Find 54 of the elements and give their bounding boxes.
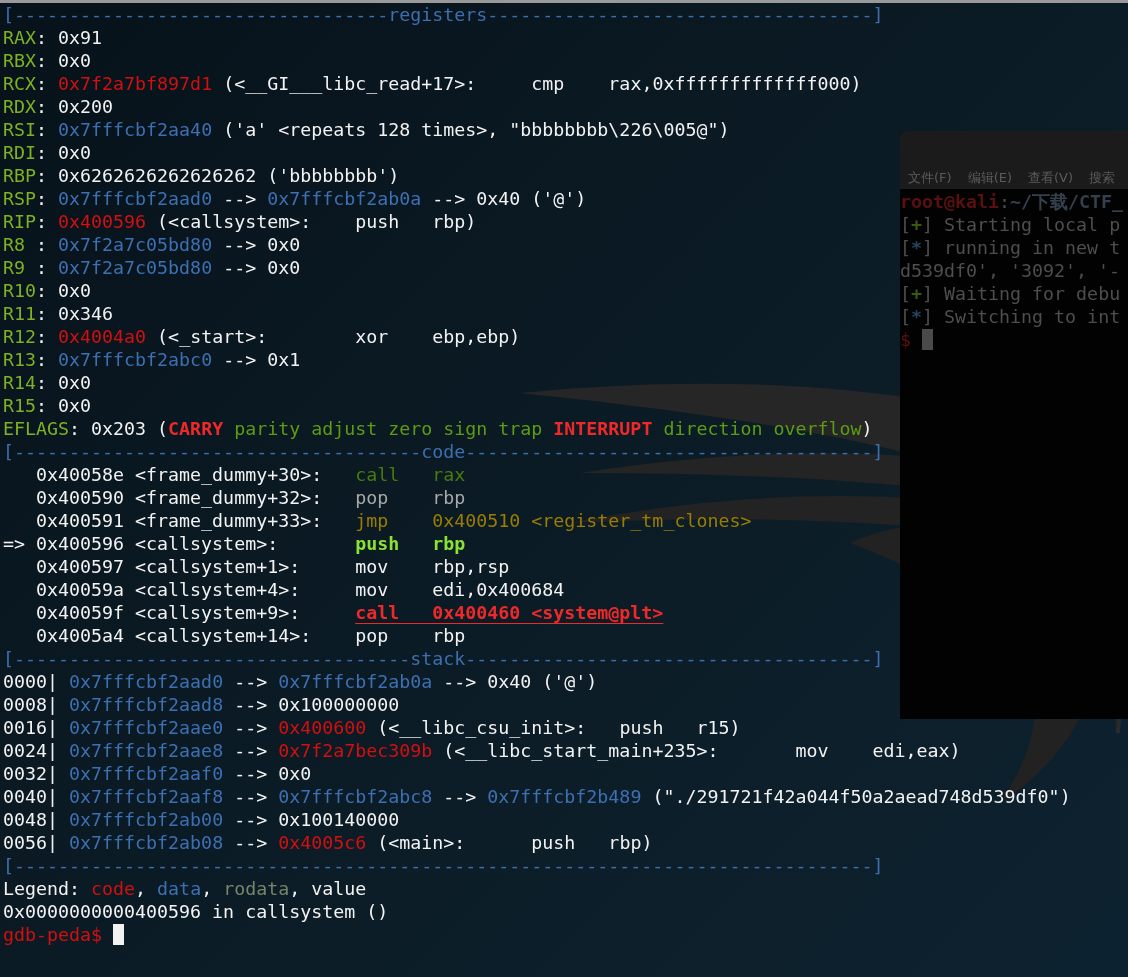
terminal-line: RBP: 0x6262626262626262 ('bbbbbbbb') — [3, 164, 400, 187]
terminal-line: RDI: 0x0 — [3, 141, 92, 164]
terminal-line: Legend: code, data, rodata, value — [3, 877, 367, 900]
menu-item[interactable]: 查看(V) — [1028, 169, 1074, 187]
terminal-line: R10: 0x0 — [3, 279, 92, 302]
terminal-line: R13: 0x7fffcbf2abc0 --> 0x1 — [3, 348, 301, 371]
terminal-line: [----------------------------------registers-----------------------------------] — [3, 3, 884, 26]
menu-item[interactable]: 编辑(E) — [967, 169, 1012, 187]
terminal-line: R15: 0x0 — [3, 394, 92, 417]
terminal-line: RSP: 0x7fffcbf2aad0 --> 0x7fffcbf2ab0a --> 0x40 ('@') — [3, 187, 587, 210]
terminal-line: [------------------------------------stack-------------------------------------] — [3, 647, 884, 670]
terminal-line: 0x400597 <callsystem+1>: mov rbp,rsp — [35, 555, 510, 578]
terminal-line: [+] Starting local p — [900, 213, 1121, 236]
terminal-line: [-------------------------------------code-------------------------------------] — [3, 440, 884, 463]
terminal-line: 0x40059f <callsystem+9>: call 0x400460 <system@plt> — [35, 601, 664, 624]
menu-item[interactable]: 搜索 — [1089, 169, 1116, 187]
terminal-line: 0x4005a4 <callsystem+14>: pop rbp — [35, 624, 466, 647]
terminal-line: 0x400590 <frame_dummy+32>: pop rbp — [35, 486, 466, 509]
terminal-line: 0048| 0x7fffcbf2ab00 --> 0x100140000 — [3, 808, 400, 831]
terminal-line: [------------------------------------------------------------------------------] — [3, 854, 884, 877]
menu-item[interactable]: 文件(F) — [908, 169, 952, 187]
terminal-line: d539df0', '3092', '- — [900, 259, 1121, 282]
terminal-line: EFLAGS: 0x203 (CARRY parity adjust zero sign trap INTERRUPT direction overflow) — [3, 417, 873, 440]
terminal-line: 0008| 0x7fffcbf2aad8 --> 0x100000000 — [3, 693, 400, 716]
terminal-line: 0x400591 <frame_dummy+33>: jmp 0x400510 <register_tm_clones> — [35, 509, 752, 532]
terminal-line: 0x40059a <callsystem+4>: mov edi,0x400684 — [35, 578, 565, 601]
terminal-line: RSI: 0x7fffcbf2aa40 ('a' <repeats 128 times>, "bbbbbbbb\226\005@") — [3, 118, 730, 141]
terminal-line: RIP: 0x400596 (<callsystem>: push rbp) — [3, 210, 477, 233]
terminal-line: 0024| 0x7fffcbf2aae8 --> 0x7f2a7bec309b (<__libc_start_main+235>: mov edi,eax) — [3, 739, 961, 762]
cursor — [113, 924, 125, 945]
terminal-line: R14: 0x0 — [3, 371, 92, 394]
terminal-line: 0000| 0x7fffcbf2aad0 --> 0x7fffcbf2ab0a --> 0x40 ('@') — [3, 670, 598, 693]
cursor — [922, 329, 933, 350]
terminal-line: gdb-peda$ — [3, 923, 104, 946]
terminal-line: 0032| 0x7fffcbf2aaf0 --> 0x0 — [3, 762, 312, 785]
terminal-line: 0056| 0x7fffcbf2ab08 --> 0x4005c6 (<main>: push rbp) — [3, 831, 653, 854]
terminal-line: => 0x400596 <callsystem>: push rbp — [3, 532, 466, 555]
terminal-line: [+] Waiting for debu — [900, 282, 1121, 305]
terminal-line: 0x40058e <frame_dummy+30>: call rax — [35, 463, 466, 486]
terminal-line: 0x0000000000400596 in callsystem () — [3, 900, 389, 923]
terminal-line: RBX: 0x0 — [3, 49, 92, 72]
terminal-line: 0016| 0x7fffcbf2aae0 --> 0x400600 (<__libc_csu_init>: push r15) — [3, 716, 741, 739]
terminal-line: R11: 0x346 — [3, 302, 114, 325]
terminal-line: root@kali:~/下载/CTF_ — [900, 190, 1124, 213]
terminal-line: $ — [900, 328, 912, 351]
terminal-line: RDX: 0x200 — [3, 95, 114, 118]
terminal-line: RAX: 0x91 — [3, 26, 103, 49]
terminal-line: [*] running in new t — [900, 236, 1121, 259]
terminal-line: 0040| 0x7fffcbf2aaf8 --> 0x7fffcbf2abc8 --> 0x7fffcbf2b489 ("./291721f42a044f50a2aead748d539df0") — [3, 785, 1071, 808]
terminal-line: R9 : 0x7f2a7c05bd80 --> 0x0 — [3, 256, 301, 279]
terminal-line: [*] Switching to int — [900, 305, 1121, 328]
terminal-line: RCX: 0x7f2a7bf897d1 (<__GI___libc_read+17>: cmp rax,0xfffffffffffff000) — [3, 72, 862, 95]
terminal-line: R8 : 0x7f2a7c05bd80 --> 0x0 — [3, 233, 301, 256]
terminal-line: R12: 0x4004a0 (<_start>: xor ebp,ebp) — [3, 325, 521, 348]
